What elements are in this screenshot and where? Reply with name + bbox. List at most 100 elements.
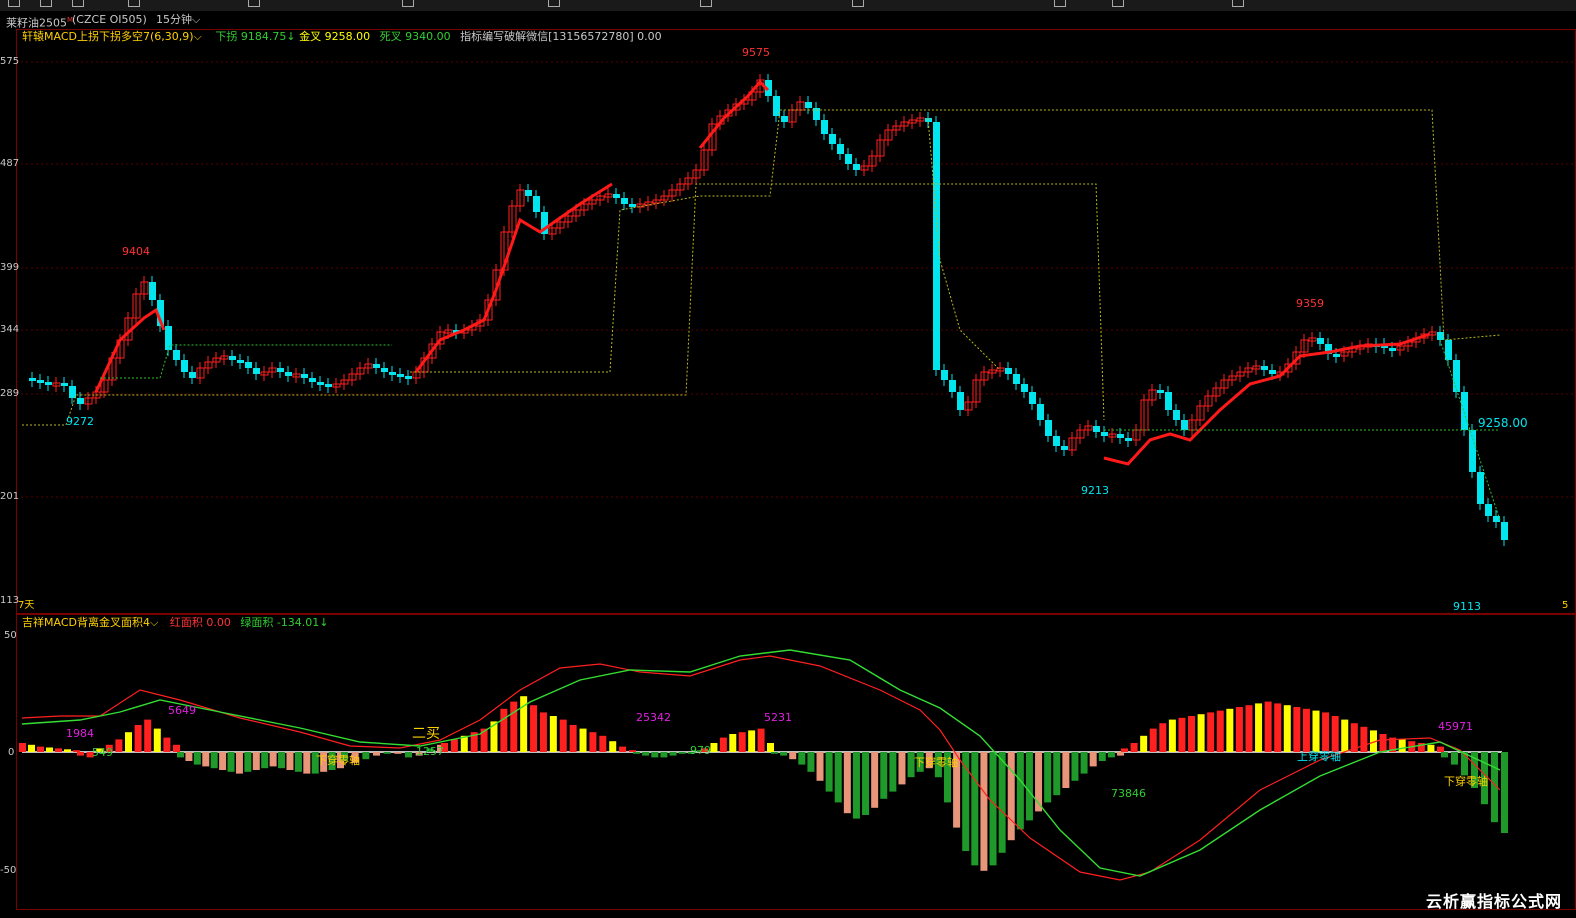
histogram-bar (134, 725, 142, 752)
histogram-bar (971, 752, 979, 866)
candle-body (1037, 404, 1044, 420)
arrow-down-icon: ↓ (319, 616, 329, 629)
histogram-bar (771, 752, 778, 754)
candle-body (1005, 368, 1012, 374)
histogram-bar (599, 735, 607, 752)
histogram-bar (1379, 734, 1387, 752)
candle-body (853, 164, 860, 170)
axis-tick: 50 (4, 630, 17, 641)
candle-body (1269, 370, 1276, 374)
histogram-bar (789, 752, 797, 760)
high-label: 9359 (1296, 297, 1324, 310)
candle-body (941, 370, 948, 380)
histogram-bar (235, 752, 243, 774)
candle-body (373, 364, 380, 368)
sub-indicator-name[interactable]: 吉祥MACD背离金叉面积4 (22, 616, 150, 629)
candle-body (45, 382, 52, 385)
days-label: 7天 (18, 600, 35, 611)
candle-body (317, 382, 324, 385)
main-indicator-name[interactable]: 轩辕MACD上拐下拐多空7(6,30,9) (22, 30, 194, 43)
histogram-bar (1168, 719, 1176, 752)
histogram-bar (710, 743, 718, 752)
area-label: 73846 (1111, 787, 1146, 800)
candle-body (1445, 340, 1452, 360)
histogram-bar (373, 752, 380, 756)
histogram-bar (767, 743, 774, 752)
histogram-bar (219, 752, 227, 770)
histogram-bar (1501, 752, 1508, 833)
area-label: 5231 (764, 711, 792, 724)
histogram-bar (816, 752, 824, 781)
candle-body (1501, 522, 1508, 540)
histogram-bar (450, 739, 458, 752)
histogram-bar (193, 752, 201, 765)
green-area-label: 绿面积 (240, 616, 274, 629)
histogram-bar (1080, 752, 1088, 774)
axis-tick: -50 (0, 865, 17, 876)
high-label: 9575 (742, 46, 770, 59)
histogram-bar (1264, 701, 1272, 752)
histogram-bar (1427, 744, 1435, 752)
candle-body (845, 154, 852, 164)
chart-canvas[interactable] (0, 0, 1576, 918)
histogram-bar (1441, 752, 1448, 758)
histogram-bar (500, 708, 508, 752)
histogram-bar (1461, 752, 1468, 776)
chevron-down-icon[interactable]: ⌵ (150, 616, 158, 629)
candle-body (829, 134, 836, 144)
histogram-bar (539, 712, 547, 752)
histogram-bar (244, 752, 252, 772)
candle-body (37, 380, 44, 383)
histogram-bar (1283, 705, 1291, 752)
histogram-bar (729, 734, 737, 752)
candle-body (237, 360, 244, 363)
axis-tick: 201 (0, 491, 20, 502)
histogram-bar (115, 739, 123, 752)
area-label: 25342 (636, 711, 671, 724)
histogram-bar (1007, 752, 1015, 841)
candle-body (781, 116, 788, 122)
histogram-bar (798, 752, 806, 765)
candle-body (397, 374, 404, 377)
candle-body (1317, 338, 1324, 344)
candle-body (1093, 426, 1100, 432)
red-area-value: 0.00 (206, 616, 231, 629)
histogram-bar (1451, 752, 1458, 765)
low-label: 9113 (1453, 600, 1481, 613)
candle-body (245, 362, 252, 368)
watermark: 云析赢指标公式网 (1425, 892, 1562, 911)
candle-body (1181, 420, 1188, 430)
last-price-label: 9258.00 (1478, 416, 1528, 430)
item-label: 下拐 (215, 30, 238, 43)
candle-body (629, 204, 636, 207)
area-label: 45971 (1438, 720, 1473, 733)
histogram-bar (1130, 743, 1138, 752)
histogram-bar (153, 728, 161, 752)
high-label: 9404 (122, 245, 150, 258)
chevron-down-icon[interactable]: ⌵ (194, 30, 202, 43)
histogram-bar (278, 752, 286, 769)
candle-body (381, 368, 388, 372)
candle-body (173, 350, 180, 360)
page-number: 5 (1562, 600, 1569, 611)
candle-body (621, 198, 628, 204)
histogram-bar (1235, 707, 1243, 752)
histogram-bar (1044, 752, 1052, 803)
candle-body (1261, 366, 1268, 370)
histogram-bar (55, 748, 62, 752)
axis-tick: 0 (8, 747, 15, 758)
histogram-bar (1053, 752, 1061, 796)
low-label: 9213 (1081, 484, 1109, 497)
histogram-bar (28, 744, 35, 752)
item-value: 9340.00 (405, 30, 451, 43)
histogram-bar (294, 752, 302, 772)
histogram-bar (738, 732, 746, 752)
axis-tick: 289 (0, 388, 20, 399)
histogram-bar (1398, 739, 1406, 752)
histogram-bar (609, 741, 617, 752)
histogram-bar (619, 746, 627, 752)
area-label: 5649 (168, 704, 196, 717)
buy2-signal: 二买 (412, 726, 440, 742)
histogram-bar (46, 747, 53, 752)
candle-body (69, 386, 76, 398)
